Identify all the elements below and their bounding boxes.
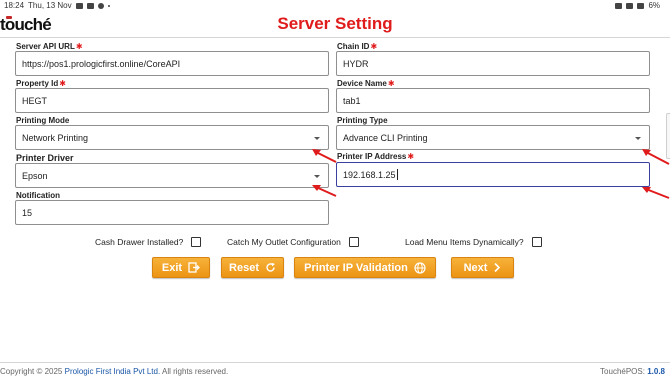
required-star-icon: ✱ [59, 79, 66, 88]
chevron-down-icon [635, 137, 641, 140]
printing-type-label: Printing Type [337, 116, 388, 125]
printing-mode-label: Printing Mode [16, 116, 70, 125]
exit-button-label: Exit [161, 261, 183, 274]
version-info: TouchéPOS: 1.0.8 [600, 367, 665, 376]
battery-icon [637, 2, 645, 9]
reset-button-label: Reset [229, 261, 259, 274]
version-number: 1.0.8 [647, 367, 665, 376]
notification-input[interactable]: 15 [15, 200, 329, 225]
required-star-icon: ✱ [387, 79, 395, 88]
exit-button[interactable]: Exit [152, 257, 210, 278]
battery-percent: 6% [648, 1, 660, 10]
catch-outlet-checkbox[interactable] [348, 237, 359, 247]
globe-icon [414, 261, 426, 274]
required-star-icon: ✱ [370, 42, 378, 51]
mail-icon [75, 2, 83, 9]
server-api-url-input[interactable]: https://pos1.prologicfirst.online/CoreAP… [15, 51, 329, 76]
cash-drawer-option[interactable]: Cash Drawer Installed? [95, 236, 202, 248]
annotation-arrow-printing-mode [312, 149, 337, 163]
company-name: Prologic First India Pvt Ltd. [64, 367, 161, 376]
printing-type-dropdown[interactable]: Advance CLI Printing [336, 125, 650, 150]
annotation-arrow-printer-ip [642, 187, 670, 199]
page-title: Server Setting [277, 14, 393, 33]
device-name-input[interactable]: tab1 [336, 88, 650, 113]
status-date: Thu, 13 Nov [28, 1, 72, 10]
chevron-right-icon [494, 262, 501, 273]
load-menu-option[interactable]: Load Menu Items Dynamically? [405, 236, 542, 248]
load-menu-label: Load Menu Items Dynamically? [405, 237, 524, 247]
server-api-url-label: Server API URL✱ [16, 42, 83, 51]
chevron-down-icon [314, 137, 320, 140]
printer-ip-validation-label: Printer IP Validation [304, 261, 408, 274]
footer-divider [0, 362, 670, 363]
property-id-label: Property Id✱ [16, 79, 66, 88]
status-time: 18:24 [4, 1, 25, 10]
battery-saver-icon [86, 2, 94, 9]
printer-ip-address-input[interactable]: 192.168.1.25 [336, 162, 650, 187]
exit-icon [188, 262, 201, 273]
refresh-icon [266, 262, 275, 272]
catch-outlet-option[interactable]: Catch My Outlet Configuration [227, 236, 359, 248]
cash-drawer-checkbox[interactable] [191, 237, 202, 247]
printer-driver-dropdown[interactable]: Epson [15, 163, 329, 188]
chevron-down-icon [314, 175, 320, 178]
printing-mode-dropdown[interactable]: Network Printing [15, 125, 329, 150]
annotation-arrow-printer-driver [312, 185, 337, 197]
text-cursor [396, 169, 398, 180]
load-menu-checkbox[interactable] [531, 237, 542, 247]
device-name-label: Device Name✱ [337, 79, 395, 88]
printer-ip-address-label: Printer IP Address✱ [337, 152, 415, 161]
status-bar: 18:24 Thu, 13 Nov 6% [0, 0, 670, 11]
chain-id-input[interactable]: HYDR [336, 51, 650, 76]
cash-drawer-label: Cash Drawer Installed? [95, 237, 184, 247]
chain-id-label: Chain ID✱ [337, 42, 378, 51]
property-id-input[interactable]: HEGT [15, 88, 329, 113]
side-scroll-handle[interactable] [666, 113, 670, 159]
copyright-text: Copyright © 2025 Prologic First India Pv… [0, 367, 229, 376]
next-button-label: Next [463, 261, 488, 274]
next-button[interactable]: Next [451, 257, 514, 278]
required-star-icon: ✱ [407, 152, 415, 161]
sync-icon [97, 2, 104, 9]
printer-driver-label: Printer Driver [16, 153, 74, 163]
header-divider [0, 37, 670, 38]
catch-outlet-label: Catch My Outlet Configuration [227, 237, 341, 247]
printer-ip-validation-button[interactable]: Printer IP Validation [294, 257, 436, 278]
more-notifications-icon [107, 4, 110, 7]
wifi-icon [626, 2, 634, 9]
notification-label: Notification [16, 191, 60, 200]
mute-icon [615, 2, 623, 9]
required-star-icon: ✱ [75, 42, 83, 51]
reset-button[interactable]: Reset [221, 257, 284, 278]
